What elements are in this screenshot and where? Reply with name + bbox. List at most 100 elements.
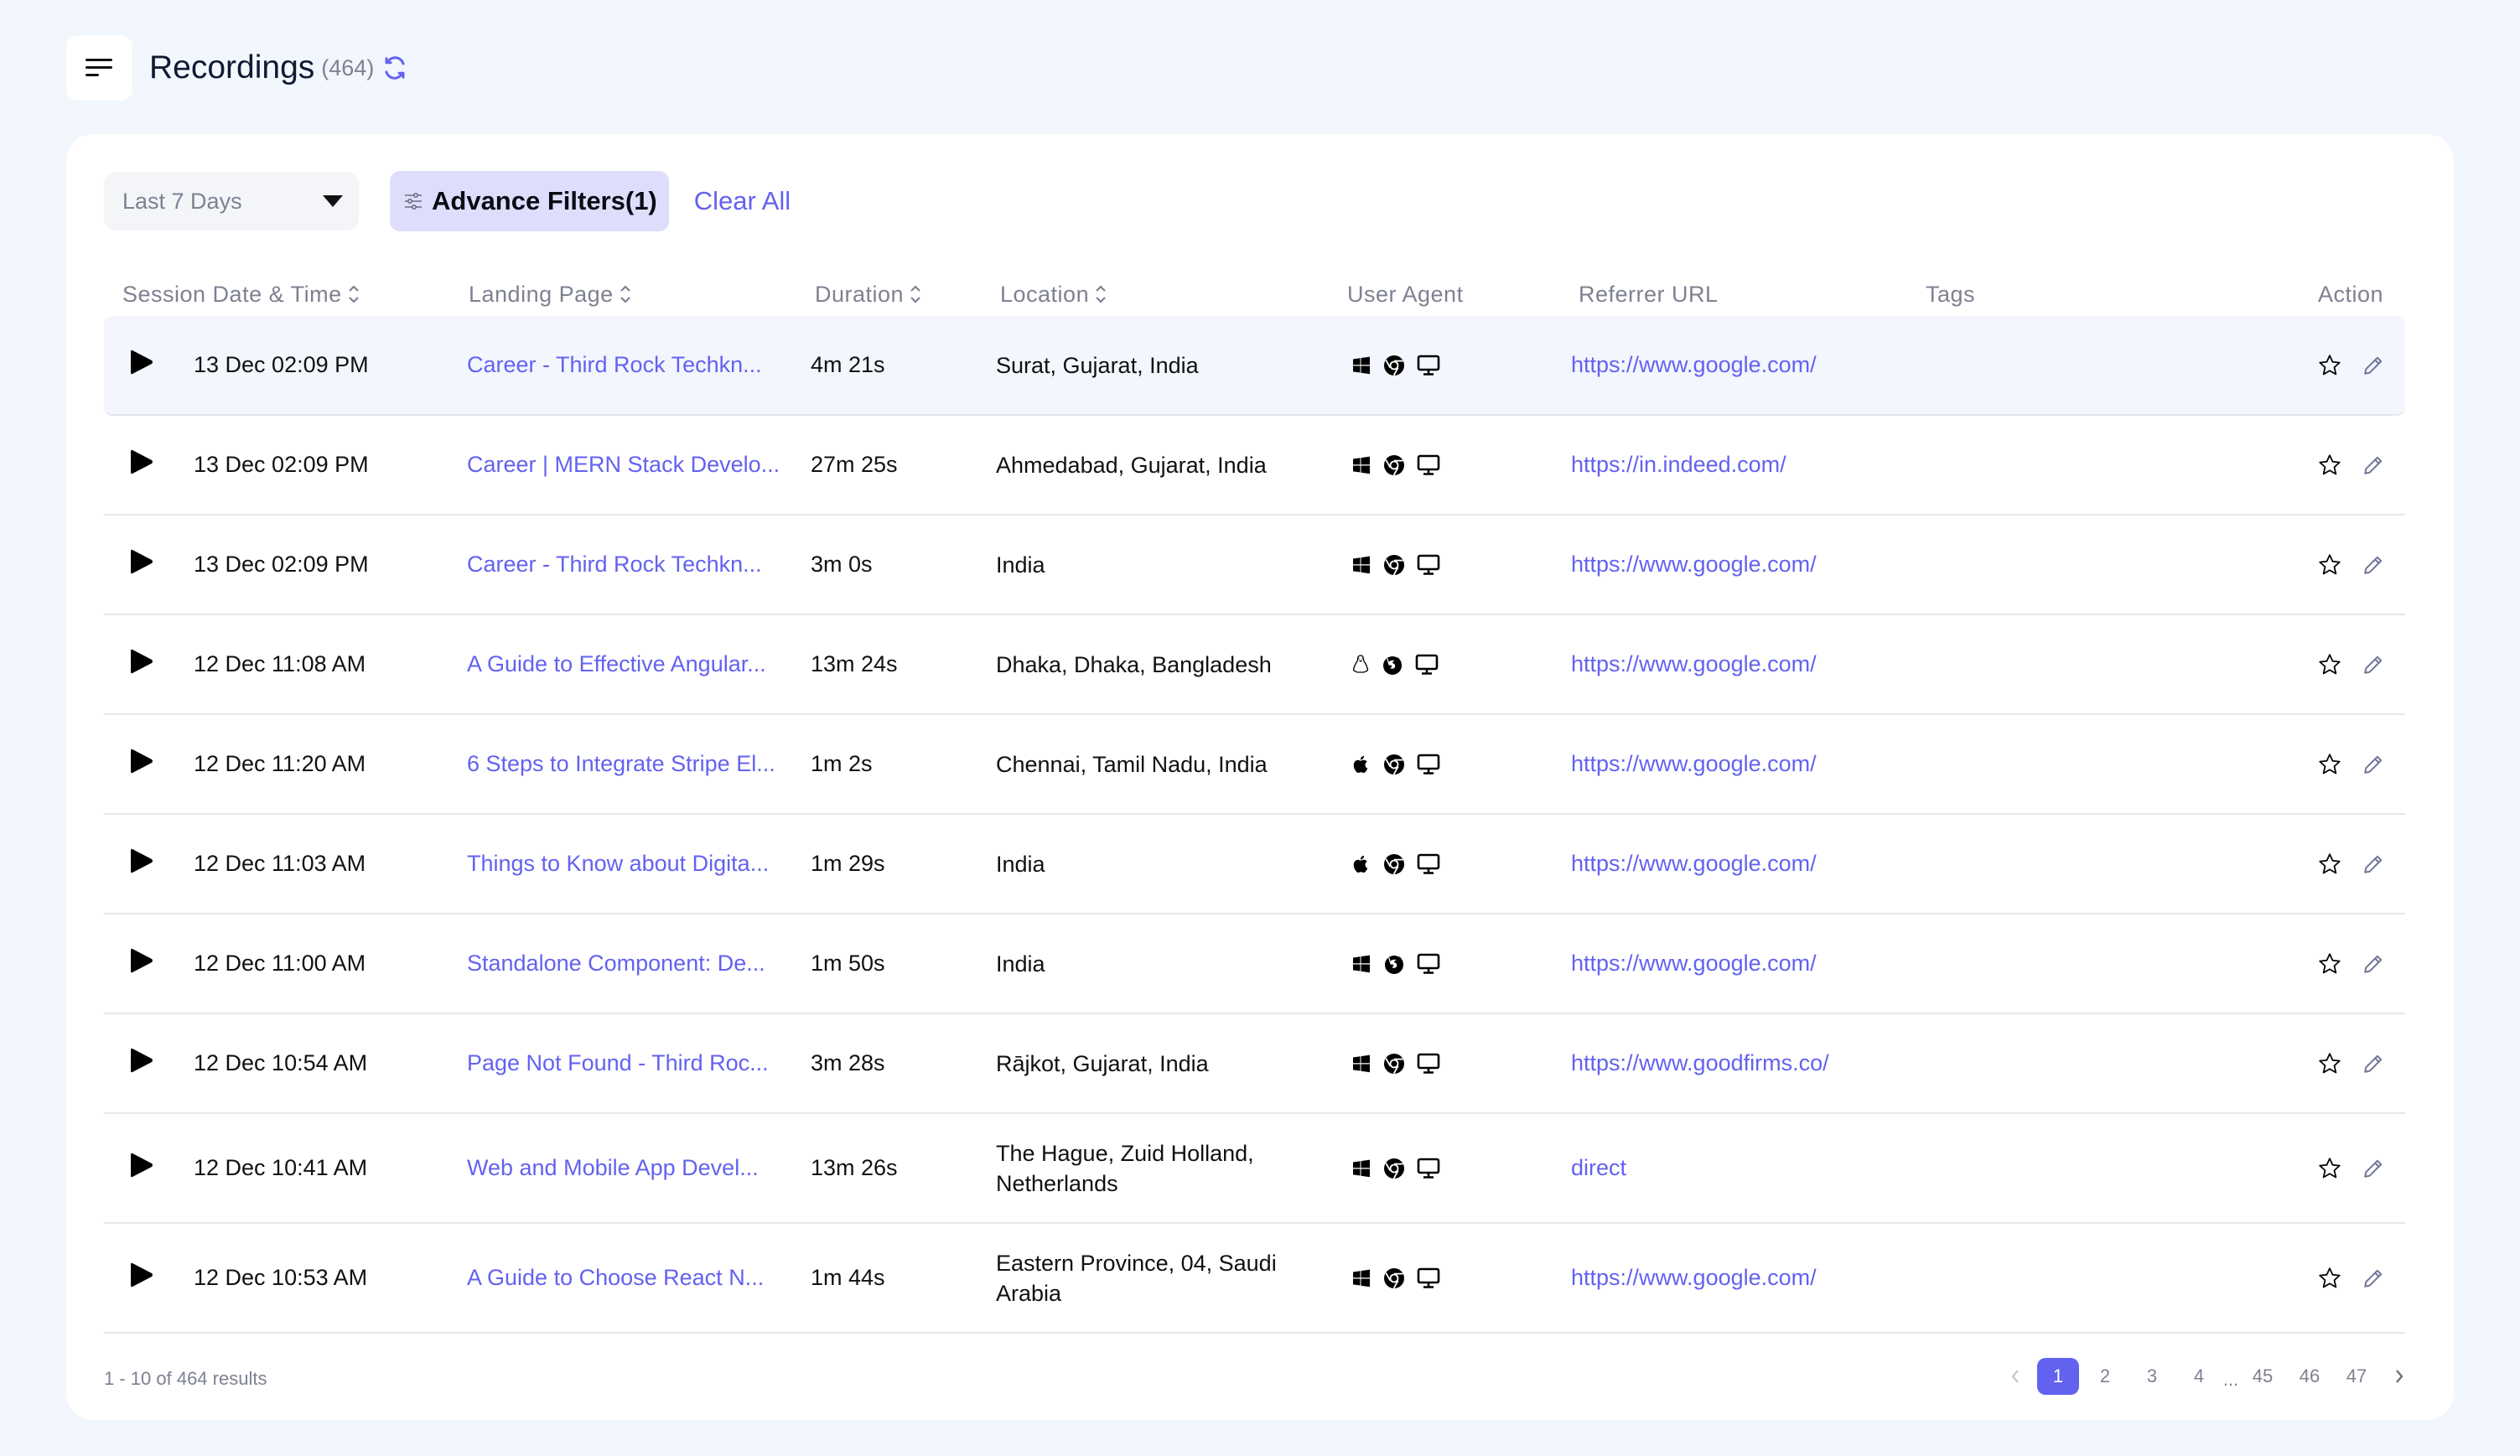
referrer-link[interactable]: https://www.goodfirms.co/ bbox=[1571, 1014, 1829, 1112]
edit-pencil-icon[interactable] bbox=[2362, 853, 2384, 875]
play-button[interactable] bbox=[129, 516, 154, 614]
referrer-link[interactable]: https://www.google.com/ bbox=[1571, 516, 1817, 614]
windows-icon bbox=[1351, 1268, 1371, 1288]
landing-page-link[interactable]: Page Not Found - Third Roc... bbox=[467, 1014, 769, 1112]
table-row[interactable]: 12 Dec 10:41 AM Web and Mobile App Devel.… bbox=[104, 1114, 2405, 1224]
landing-page-link[interactable]: Career - Third Rock Techkn... bbox=[467, 316, 762, 414]
results-summary: 1 - 10 of 464 results bbox=[104, 1368, 267, 1389]
referrer-link[interactable]: https://www.google.com/ bbox=[1571, 915, 1817, 1013]
play-button[interactable] bbox=[129, 1014, 154, 1112]
referrer-link[interactable]: https://www.google.com/ bbox=[1571, 715, 1817, 813]
landing-page-link[interactable]: Career - Third Rock Techkn... bbox=[467, 516, 762, 614]
session-date: 12 Dec 10:53 AM bbox=[194, 1265, 368, 1290]
table-row[interactable]: 12 Dec 11:08 AM A Guide to Effective Angu… bbox=[104, 615, 2405, 715]
favorite-star-icon[interactable] bbox=[2317, 1156, 2342, 1181]
column-landing-page[interactable]: Landing Page bbox=[469, 272, 632, 316]
play-icon bbox=[129, 349, 154, 381]
landing-page-link[interactable]: Web and Mobile App Devel... bbox=[467, 1114, 759, 1222]
favorite-star-icon[interactable] bbox=[2317, 353, 2342, 378]
play-button[interactable] bbox=[129, 1224, 154, 1332]
edit-pencil-icon[interactable] bbox=[2362, 454, 2384, 476]
page-button[interactable]: 47 bbox=[2336, 1358, 2377, 1395]
chrome-icon bbox=[1383, 754, 1405, 775]
referrer-link[interactable]: https://www.google.com/ bbox=[1571, 1224, 1817, 1332]
edit-pencil-icon[interactable] bbox=[2362, 355, 2384, 376]
favorite-star-icon[interactable] bbox=[2317, 552, 2342, 578]
play-button[interactable] bbox=[129, 1114, 154, 1222]
menu-button[interactable] bbox=[66, 35, 132, 101]
firefox-icon bbox=[1383, 953, 1405, 975]
windows-icon bbox=[1351, 954, 1371, 974]
landing-page-link[interactable]: Standalone Component: De... bbox=[467, 915, 765, 1013]
location: Chennai, Tamil Nadu, India bbox=[996, 751, 1268, 777]
table-row[interactable]: 12 Dec 10:54 AM Page Not Found - Third Ro… bbox=[104, 1014, 2405, 1114]
table-row[interactable]: 12 Dec 11:03 AM Things to Know about Digi… bbox=[104, 815, 2405, 915]
favorite-star-icon[interactable] bbox=[2317, 652, 2342, 677]
edit-pencil-icon[interactable] bbox=[2362, 654, 2384, 676]
landing-page-link[interactable]: A Guide to Choose React N... bbox=[467, 1224, 764, 1332]
favorite-star-icon[interactable] bbox=[2317, 1266, 2342, 1291]
duration: 27m 25s bbox=[811, 452, 898, 477]
referrer-link[interactable]: https://in.indeed.com/ bbox=[1571, 416, 1786, 514]
edit-pencil-icon[interactable] bbox=[2362, 754, 2384, 775]
edit-pencil-icon[interactable] bbox=[2362, 1267, 2384, 1289]
landing-page-link[interactable]: A Guide to Effective Angular... bbox=[467, 615, 766, 713]
edit-pencil-icon[interactable] bbox=[2362, 1053, 2384, 1075]
session-date: 13 Dec 02:09 PM bbox=[194, 552, 369, 577]
user-agent bbox=[1351, 316, 1440, 414]
referrer-link[interactable]: https://www.google.com/ bbox=[1571, 316, 1817, 414]
favorite-star-icon[interactable] bbox=[2317, 752, 2342, 777]
chrome-icon bbox=[1383, 1053, 1405, 1075]
row-actions bbox=[2317, 915, 2384, 1013]
next-page-button[interactable] bbox=[2383, 1358, 2416, 1395]
play-icon bbox=[129, 847, 154, 880]
refresh-button[interactable] bbox=[382, 55, 407, 80]
edit-pencil-icon[interactable] bbox=[2362, 1158, 2384, 1179]
table-row[interactable]: 13 Dec 02:09 PM Career - Third Rock Techk… bbox=[104, 316, 2405, 416]
date-range-select[interactable]: Last 7 Days bbox=[104, 172, 359, 231]
favorite-star-icon[interactable] bbox=[2317, 852, 2342, 877]
table-row[interactable]: 12 Dec 11:20 AM 6 Steps to Integrate Stri… bbox=[104, 715, 2405, 815]
play-button[interactable] bbox=[129, 915, 154, 1013]
favorite-star-icon[interactable] bbox=[2317, 951, 2342, 977]
table-row[interactable]: 12 Dec 11:00 AM Standalone Component: De.… bbox=[104, 915, 2405, 1014]
user-agent bbox=[1351, 715, 1440, 813]
referrer-link[interactable]: https://www.google.com/ bbox=[1571, 615, 1817, 713]
page-button[interactable]: 1 bbox=[2037, 1358, 2079, 1395]
advance-filters-label: Advance Filters(1) bbox=[432, 186, 657, 215]
play-button[interactable] bbox=[129, 715, 154, 813]
landing-page-link[interactable]: Career | MERN Stack Develo... bbox=[467, 416, 780, 514]
edit-pencil-icon[interactable] bbox=[2362, 554, 2384, 576]
column-label: Landing Page bbox=[469, 281, 614, 307]
page-button[interactable]: 2 bbox=[2084, 1358, 2126, 1395]
table-row[interactable]: 13 Dec 02:09 PM Career - Third Rock Techk… bbox=[104, 516, 2405, 615]
table-row[interactable]: 12 Dec 10:53 AM A Guide to Choose React N… bbox=[104, 1224, 2405, 1334]
page-button[interactable]: 3 bbox=[2131, 1358, 2173, 1395]
clear-all-button[interactable]: Clear All bbox=[694, 186, 791, 216]
referrer-link[interactable]: https://www.google.com/ bbox=[1571, 815, 1817, 913]
advance-filters-button[interactable]: Advance Filters(1) bbox=[390, 171, 669, 231]
page-button[interactable]: 4 bbox=[2178, 1358, 2220, 1395]
landing-page-link[interactable]: 6 Steps to Integrate Stripe El... bbox=[467, 715, 775, 813]
landing-page-link[interactable]: Things to Know about Digita... bbox=[467, 815, 769, 913]
column-duration[interactable]: Duration bbox=[815, 272, 922, 316]
chevron-right-icon bbox=[2396, 1370, 2403, 1383]
table-row[interactable]: 13 Dec 02:09 PM Career | MERN Stack Devel… bbox=[104, 416, 2405, 516]
column-location[interactable]: Location bbox=[1000, 272, 1107, 316]
page-button[interactable]: 45 bbox=[2242, 1358, 2284, 1395]
play-button[interactable] bbox=[129, 815, 154, 913]
play-button[interactable] bbox=[129, 316, 154, 414]
edit-pencil-icon[interactable] bbox=[2362, 953, 2384, 975]
row-actions bbox=[2317, 516, 2384, 614]
column-label: Location bbox=[1000, 281, 1090, 307]
play-button[interactable] bbox=[129, 416, 154, 514]
favorite-star-icon[interactable] bbox=[2317, 453, 2342, 478]
referrer-link[interactable]: direct bbox=[1571, 1114, 1626, 1222]
favorite-star-icon[interactable] bbox=[2317, 1051, 2342, 1076]
column-label: User Agent bbox=[1347, 281, 1464, 307]
column-session-date[interactable]: Session Date & Time bbox=[122, 272, 360, 316]
play-button[interactable] bbox=[129, 615, 154, 713]
page-button[interactable]: 46 bbox=[2289, 1358, 2331, 1395]
duration: 1m 44s bbox=[811, 1265, 885, 1290]
prev-page-button[interactable] bbox=[1999, 1358, 2032, 1395]
